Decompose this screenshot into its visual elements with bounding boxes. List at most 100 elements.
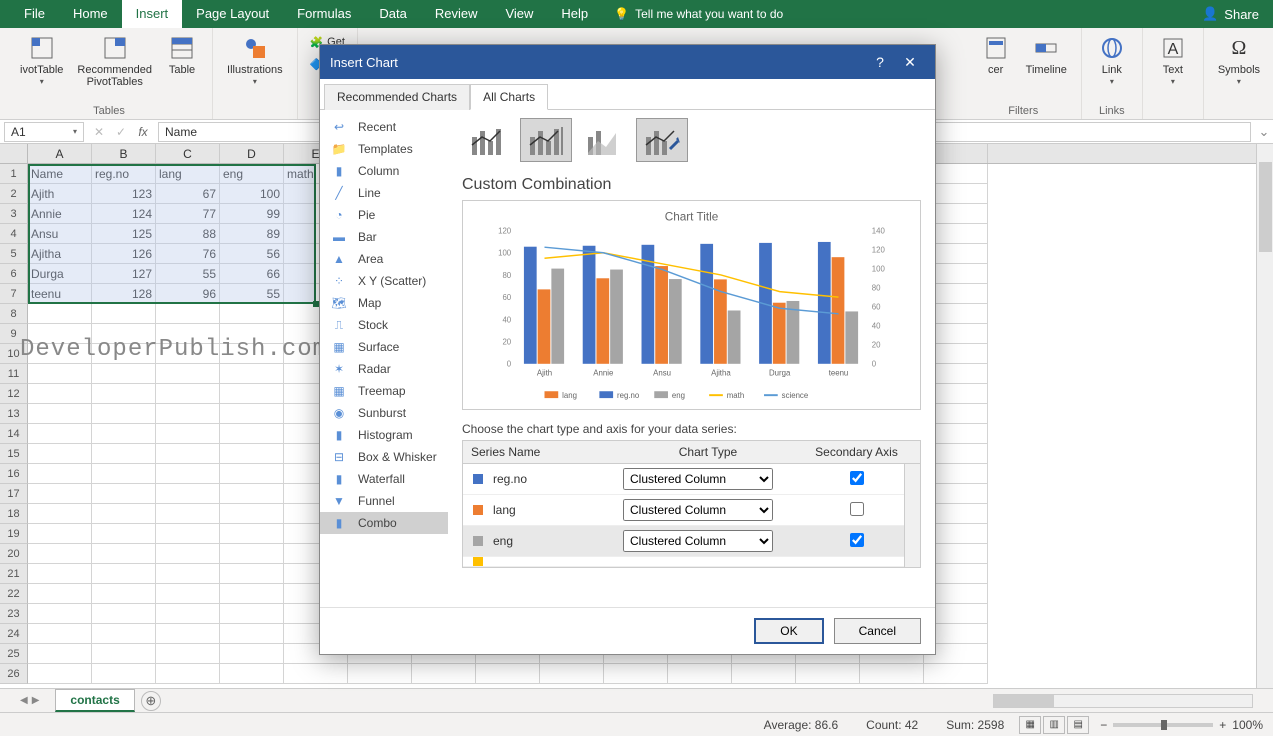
cell[interactable]: [92, 604, 156, 624]
chart-type-funnel[interactable]: ▼Funnel: [320, 490, 448, 512]
tab-view[interactable]: View: [491, 0, 547, 28]
cell[interactable]: [220, 644, 284, 664]
zoom-out-button[interactable]: −: [1100, 718, 1107, 732]
cell[interactable]: [924, 664, 988, 684]
cell[interactable]: [92, 424, 156, 444]
cell[interactable]: 67: [156, 184, 220, 204]
row-header[interactable]: 26: [0, 664, 28, 684]
cell[interactable]: [28, 404, 92, 424]
fx-button[interactable]: fx: [132, 125, 154, 139]
combo-subtype-3[interactable]: [578, 118, 630, 162]
cell[interactable]: [28, 564, 92, 584]
symbols-button[interactable]: Ω Symbols ▾: [1214, 32, 1264, 89]
cell[interactable]: [156, 564, 220, 584]
tab-formulas[interactable]: Formulas: [283, 0, 365, 28]
cell[interactable]: [28, 624, 92, 644]
chart-type-sunburst[interactable]: ◉Sunburst: [320, 402, 448, 424]
dialog-titlebar[interactable]: Insert Chart ? ✕: [320, 45, 935, 79]
cell[interactable]: [156, 484, 220, 504]
cell[interactable]: [156, 604, 220, 624]
row-header[interactable]: 24: [0, 624, 28, 644]
cell[interactable]: [348, 664, 412, 684]
view-layout-button[interactable]: ▥: [1043, 716, 1065, 734]
row-header[interactable]: 5: [0, 244, 28, 264]
secondary-axis-checkbox[interactable]: [850, 533, 864, 547]
view-pagebreak-button[interactable]: ▤: [1067, 716, 1089, 734]
cell[interactable]: [92, 584, 156, 604]
cell[interactable]: [92, 404, 156, 424]
chart-type-radar[interactable]: ✶Radar: [320, 358, 448, 380]
cell[interactable]: [92, 464, 156, 484]
cell[interactable]: [92, 664, 156, 684]
row-header[interactable]: 6: [0, 264, 28, 284]
row-header[interactable]: 17: [0, 484, 28, 504]
cell[interactable]: [28, 304, 92, 324]
row-header[interactable]: 8: [0, 304, 28, 324]
chart-type-treemap[interactable]: ▦Treemap: [320, 380, 448, 402]
cell[interactable]: 123: [92, 184, 156, 204]
tab-file[interactable]: File: [10, 0, 59, 28]
cell[interactable]: [28, 544, 92, 564]
cell[interactable]: [156, 524, 220, 544]
tab-insert[interactable]: Insert: [122, 0, 183, 28]
table-button[interactable]: Table: [162, 32, 202, 78]
zoom-slider[interactable]: [1113, 723, 1213, 727]
cell[interactable]: [156, 364, 220, 384]
cell[interactable]: 77: [156, 204, 220, 224]
cell[interactable]: [220, 304, 284, 324]
series-scrollbar[interactable]: [904, 464, 920, 567]
cell[interactable]: 128: [92, 284, 156, 304]
vertical-scrollbar[interactable]: [1256, 144, 1273, 688]
name-box[interactable]: A1 ▾: [4, 122, 84, 142]
cell[interactable]: 66: [220, 264, 284, 284]
zoom-control[interactable]: − + 100%: [1100, 718, 1263, 732]
recommended-pivot-button[interactable]: Recommended PivotTables: [73, 32, 156, 90]
cell[interactable]: [732, 664, 796, 684]
cell[interactable]: 99: [220, 204, 284, 224]
cell[interactable]: [92, 304, 156, 324]
cell[interactable]: 55: [220, 284, 284, 304]
cell[interactable]: 55: [156, 264, 220, 284]
cell[interactable]: 124: [92, 204, 156, 224]
cell[interactable]: Ansu: [28, 224, 92, 244]
cell[interactable]: [220, 364, 284, 384]
cell[interactable]: reg.no: [92, 164, 156, 184]
cell[interactable]: lang: [156, 164, 220, 184]
chart-type-map[interactable]: 🗺Map: [320, 292, 448, 314]
secondary-axis-checkbox[interactable]: [850, 502, 864, 516]
cell[interactable]: [92, 484, 156, 504]
secondary-axis-checkbox[interactable]: [850, 471, 864, 485]
cell[interactable]: [220, 404, 284, 424]
cancel-formula-button[interactable]: ✕: [88, 125, 110, 139]
cell[interactable]: [220, 584, 284, 604]
cell[interactable]: [28, 584, 92, 604]
cell[interactable]: [92, 524, 156, 544]
cell[interactable]: [92, 384, 156, 404]
cell[interactable]: eng: [220, 164, 284, 184]
row-header[interactable]: 25: [0, 644, 28, 664]
chart-type-surface[interactable]: ▦Surface: [320, 336, 448, 358]
row-header[interactable]: 11: [0, 364, 28, 384]
pivottable-button[interactable]: ivotTable ▾: [16, 32, 67, 89]
cell[interactable]: [220, 384, 284, 404]
tell-me[interactable]: 💡 Tell me what you want to do: [602, 0, 795, 28]
cell[interactable]: teenu: [28, 284, 92, 304]
cell[interactable]: [156, 464, 220, 484]
cell[interactable]: [412, 664, 476, 684]
cell[interactable]: [220, 564, 284, 584]
cell[interactable]: [28, 524, 92, 544]
tab-home[interactable]: Home: [59, 0, 122, 28]
cell[interactable]: [220, 424, 284, 444]
row-header[interactable]: 23: [0, 604, 28, 624]
chart-type-histogram[interactable]: ▮Histogram: [320, 424, 448, 446]
cell[interactable]: [92, 624, 156, 644]
chart-type-templates[interactable]: 📁Templates: [320, 138, 448, 160]
cell[interactable]: [92, 564, 156, 584]
series-row[interactable]: engClustered Column: [463, 526, 920, 557]
text-button[interactable]: A Text ▾: [1153, 32, 1193, 89]
cell[interactable]: [156, 404, 220, 424]
cancel-button[interactable]: Cancel: [834, 618, 921, 644]
cell[interactable]: [220, 444, 284, 464]
cell[interactable]: [156, 304, 220, 324]
view-normal-button[interactable]: ▦: [1019, 716, 1041, 734]
